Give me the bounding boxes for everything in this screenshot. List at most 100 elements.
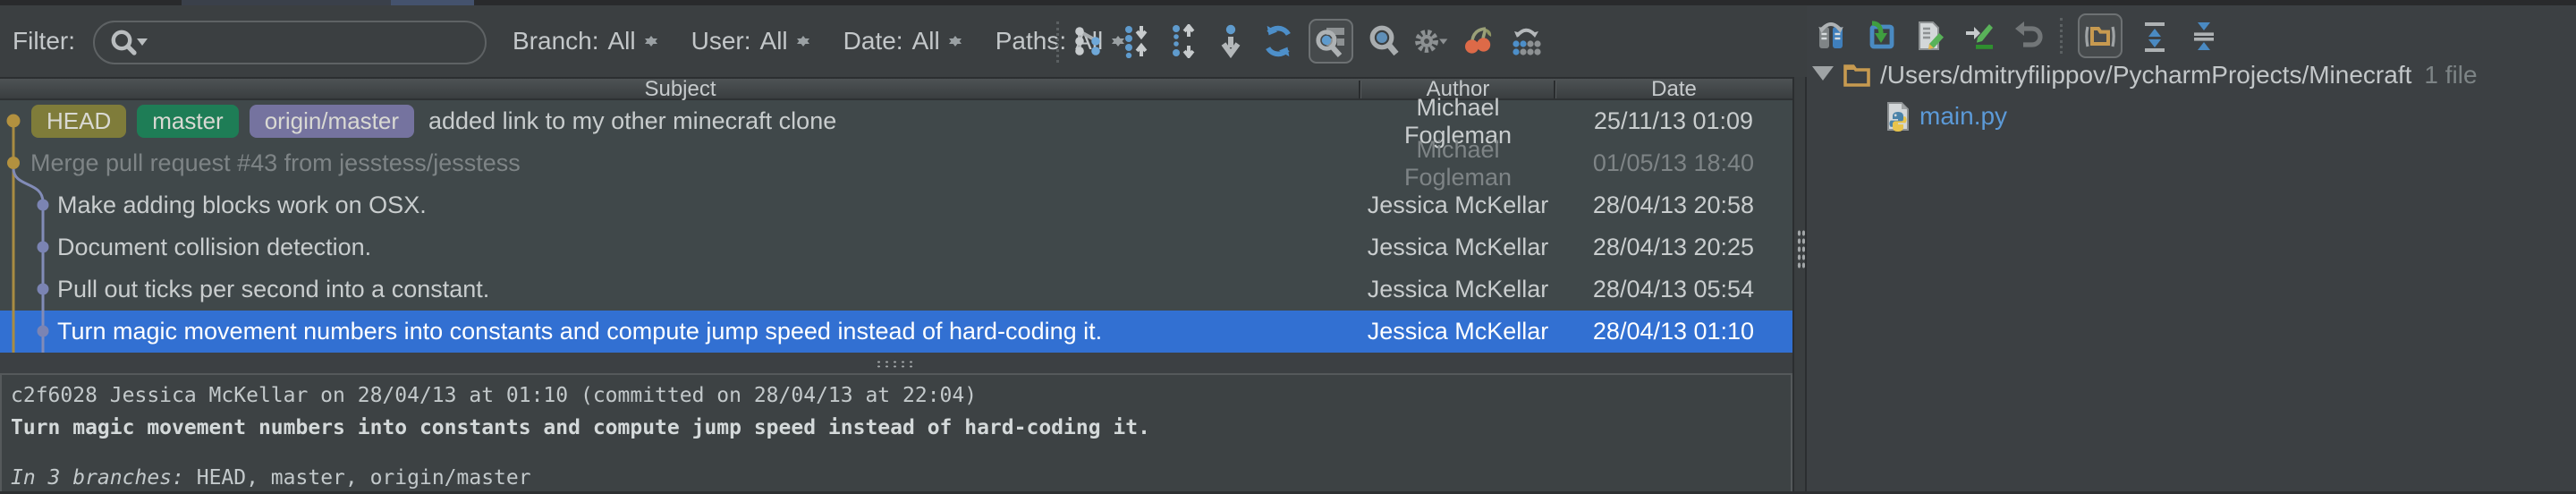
expand-branches-icon [1167,24,1199,58]
commit-row-selected[interactable]: Turn magic movement numbers into constan… [0,311,1792,353]
git-log-tool-window: Filter: Branch: All User: All Date: All [0,0,2576,494]
show-diff-button[interactable] [1814,17,1848,55]
spinner-arrows-icon [645,28,657,55]
log-filters: Branch: All User: All Date: All Paths: A… [513,5,1124,77]
commit-subject: Turn magic movement numbers into constan… [57,318,1102,345]
gear-icon [1414,24,1448,58]
commit-row[interactable]: Document collision detection. Jessica Mc… [0,226,1792,268]
commit-message: Turn magic movement numbers into constan… [11,412,1782,444]
splitter-grip[interactable] [1797,229,1805,268]
ref-badge-head[interactable]: HEAD [31,105,126,138]
commit-date: 28/04/13 20:58 [1555,192,1792,219]
edit-source-icon [1914,20,1945,52]
commit-author: Michael Fogleman [1360,136,1555,192]
goto-next-commit-button[interactable] [1214,22,1248,60]
goto-hash-button[interactable] [1367,22,1401,60]
annotate-button[interactable] [1962,17,1996,55]
commit-down-arrow-icon [1217,24,1244,58]
commit-date: 01/05/13 18:40 [1555,149,1792,177]
commit-details-pane: c2f6028 Jessica McKellar on 28/04/13 at … [0,373,1792,493]
python-file-icon [1885,101,1911,132]
commit-subject: Make adding blocks work on OSX. [57,192,427,219]
column-header-date[interactable]: Date [1555,79,1792,102]
get-revision-button[interactable] [1863,17,1897,55]
compare-branches-button[interactable] [1509,22,1543,60]
filter-search-input[interactable] [93,21,487,64]
filter-label: Filter: [13,5,75,77]
commit-author: Jessica McKellar [1360,234,1555,261]
commit-author: Jessica McKellar [1360,276,1555,303]
diff-icon [1816,20,1846,52]
log-toolbar-icons [1072,5,1543,77]
folder-icon [1843,63,1871,88]
details-splitter[interactable] [0,353,1792,373]
commit-date: 28/04/13 01:10 [1555,318,1792,345]
tree-row-root-directory[interactable]: /Users/dmitryfilippov/PycharmProjects/Mi… [1812,54,2478,97]
spinner-arrows-icon [949,28,962,55]
show-details-toggle[interactable] [1309,19,1353,64]
file-count: 1 file [2424,61,2477,89]
group-by-directory-toggle[interactable] [2078,13,2123,58]
collapse-all-icon [2190,20,2217,52]
expand-all-icon [2141,20,2168,52]
branch-graph-button[interactable] [1072,22,1106,60]
commit-author: Jessica McKellar [1360,192,1555,219]
splitter-grip[interactable] [875,360,914,368]
commit-meta-line: c2f6028 Jessica McKellar on 28/04/13 at … [11,379,1782,412]
collapse-all-button[interactable] [2187,17,2221,55]
branch-filter-dropdown[interactable]: Branch: All [513,27,657,55]
commit-row[interactable]: Make adding blocks work on OSX. Jessica … [0,184,1792,226]
settings-button[interactable] [1414,22,1448,60]
collapse-linear-branches-button[interactable] [1119,22,1153,60]
commit-subject: Document collision detection. [57,234,371,261]
panel-splitter[interactable] [1792,77,1807,494]
file-name[interactable]: main.py [1919,102,2007,131]
search-magnifier-icon [1368,24,1400,58]
commit-date: 28/04/13 05:54 [1555,276,1792,303]
expand-linear-branches-button[interactable] [1166,22,1200,60]
commit-row[interactable]: Merge pull request #43 from jesstess/jes… [0,142,1792,184]
commit-subject: Pull out ticks per second into a constan… [57,276,489,303]
refresh-button[interactable] [1261,22,1295,60]
tree-expand-arrow-icon[interactable] [1812,66,1834,91]
commit-table: Subject Author Date HEAD master origin/m… [0,77,1792,353]
get-version-icon [1865,20,1895,52]
branches-label: In 3 branches: [11,466,184,490]
commit-date: 25/11/13 01:09 [1555,107,1792,135]
cherry-icon [1462,24,1496,58]
toolbar-separator [1056,21,1059,63]
branch-graph-icon [1072,24,1105,58]
folder-icon [2084,20,2116,52]
commit-rows: HEAD master origin/master added link to … [0,100,1792,353]
commit-author: Jessica McKellar [1360,318,1555,345]
caret-down-icon [137,38,148,46]
spinner-arrows-icon [797,28,809,55]
caret-down-icon [1439,39,1447,45]
edit-source-button[interactable] [1912,17,1946,55]
cherry-pick-button[interactable] [1462,22,1496,60]
ref-badges: HEAD master origin/master [31,105,414,138]
ref-badge-origin-master[interactable]: origin/master [250,105,414,138]
annotate-icon [1963,20,1994,52]
expand-all-button[interactable] [2138,17,2172,55]
commit-subject: added link to my other minecraft clone [428,107,836,135]
branches-list: HEAD, master, origin/master [184,466,531,490]
collapse-branches-icon [1120,24,1152,58]
revert-icon [2012,20,2043,52]
refresh-icon [1261,23,1295,59]
changed-files-panel: /Users/dmitryfilippov/PycharmProjects/Mi… [1807,5,2576,491]
toolbar-separator [2060,18,2063,54]
compare-branches-icon [1509,24,1543,58]
commit-date: 28/04/13 20:25 [1555,234,1792,261]
ref-badge-master[interactable]: master [137,105,238,138]
commit-row[interactable]: Pull out ticks per second into a constan… [0,268,1792,311]
root-directory-path: /Users/dmitryfilippov/PycharmProjects/Mi… [1880,61,2411,89]
revert-button[interactable] [2011,17,2045,55]
details-view-icon [1314,24,1348,58]
column-header-subject[interactable]: Subject [0,79,1360,102]
search-icon [109,28,150,58]
date-filter-dropdown[interactable]: Date: All [843,27,962,55]
tree-row-file[interactable]: main.py [1885,95,2007,138]
user-filter-dropdown[interactable]: User: All [691,27,809,55]
commit-subject: Merge pull request #43 from jesstess/jes… [30,149,521,177]
